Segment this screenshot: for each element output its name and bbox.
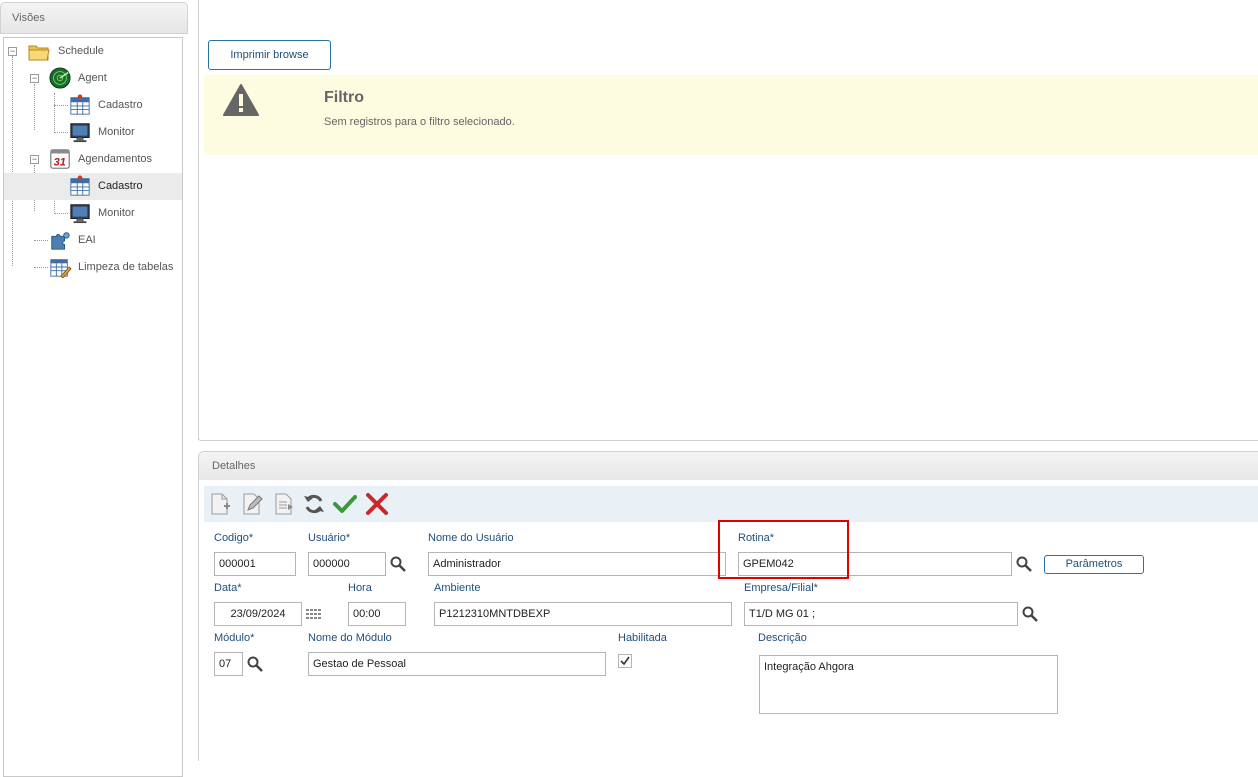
hora-field[interactable]: 00:00 — [348, 602, 406, 626]
rotina-highlight-box — [718, 520, 849, 579]
modulo-label: Módulo* — [214, 632, 255, 644]
clean-table-icon — [50, 259, 72, 278]
copy-icon[interactable] — [272, 492, 296, 516]
folder-icon — [28, 45, 50, 61]
tree-item-agendamentos-cadastro[interactable]: Cadastro — [4, 173, 182, 200]
empresa-filial-label: Empresa/Filial* — [744, 582, 818, 594]
search-icon[interactable] — [1016, 556, 1032, 572]
cancel-icon[interactable] — [365, 492, 389, 516]
views-panel: Visões − Schedule − Agent Cadastro Monit… — [0, 0, 190, 777]
views-panel-header: Visões — [0, 2, 188, 34]
print-browse-button[interactable]: Imprimir browse — [208, 40, 331, 70]
tree-item-label: EAI — [78, 234, 96, 246]
data-label: Data* — [214, 582, 242, 594]
codigo-field[interactable]: 000001 — [214, 552, 296, 576]
collapse-icon[interactable]: − — [30, 74, 39, 83]
tree-item-agendamentos[interactable]: − 31 Agendamentos — [4, 146, 182, 173]
tree-item-label: Schedule — [58, 45, 104, 57]
filter-message: Sem registros para o filtro selecionado. — [324, 116, 515, 128]
search-icon[interactable] — [247, 656, 263, 672]
tree-item-label: Monitor — [98, 207, 135, 219]
filter-message-box — [204, 75, 1258, 155]
svg-text:31: 31 — [54, 156, 66, 168]
filter-title: Filtro — [324, 89, 364, 106]
nome-usuario-label: Nome do Usuário — [428, 532, 514, 544]
nome-modulo-label: Nome do Módulo — [308, 632, 392, 644]
tree-item-label: Agendamentos — [78, 153, 152, 165]
warning-icon — [223, 84, 259, 116]
monitor-icon — [70, 204, 90, 224]
browse-panel-border — [198, 0, 199, 440]
descricao-label: Descrição — [758, 632, 807, 644]
tree-item-agendamentos-monitor[interactable]: Monitor — [4, 200, 182, 227]
edit-icon[interactable] — [240, 492, 264, 516]
modulo-field[interactable]: 07 — [214, 652, 243, 676]
calendar-icon: 31 — [50, 149, 70, 169]
tree-item-label: Agent — [78, 72, 107, 84]
nome-usuario-field[interactable]: Administrador — [428, 552, 726, 576]
new-icon[interactable] — [208, 492, 232, 516]
parametros-button[interactable]: Parâmetros — [1044, 555, 1144, 574]
usuario-label: Usuário* — [308, 532, 351, 544]
ambiente-field[interactable]: P1212310MNTDBEXP — [434, 602, 732, 626]
collapse-icon[interactable]: − — [30, 155, 39, 164]
tree-item-agent-cadastro[interactable]: Cadastro — [4, 92, 182, 119]
tree-item-agent-monitor[interactable]: Monitor — [4, 119, 182, 146]
puzzle-icon — [51, 232, 70, 250]
ambiente-label: Ambiente — [434, 582, 481, 594]
tree-item-label: Cadastro — [98, 180, 143, 192]
collapse-icon[interactable]: − — [8, 47, 17, 56]
details-header: Detalhes — [199, 452, 1258, 480]
search-icon[interactable] — [390, 556, 406, 572]
tree-item-limpeza-de-tabelas[interactable]: Limpeza de tabelas — [4, 254, 182, 281]
tree-item-eai[interactable]: EAI — [4, 227, 182, 254]
usuario-field[interactable]: 000000 — [308, 552, 386, 576]
details-toolbar — [204, 486, 1258, 522]
empresa-filial-field[interactable]: T1/D MG 01 ; — [744, 602, 1018, 626]
views-tree: − Schedule − Agent Cadastro Monitor − 31… — [3, 37, 183, 777]
data-field[interactable]: 23/09/2024 — [214, 602, 302, 626]
codigo-label: Codigo* — [214, 532, 254, 544]
hora-label: Hora — [348, 582, 372, 594]
nome-modulo-field[interactable]: Gestao de Pessoal — [308, 652, 606, 676]
radar-icon — [49, 67, 71, 89]
table-icon — [70, 175, 90, 196]
browse-panel-border — [198, 438, 1258, 441]
refresh-icon[interactable] — [302, 492, 326, 516]
tree-item-schedule[interactable]: − Schedule — [4, 38, 182, 65]
habilitada-label: Habilitada — [618, 632, 667, 644]
descricao-field[interactable]: Integração Ahgora — [759, 655, 1058, 714]
habilitada-checkbox[interactable] — [618, 654, 632, 668]
tree-item-agent[interactable]: − Agent — [4, 65, 182, 92]
calendar-picker-icon[interactable] — [305, 607, 321, 623]
confirm-icon[interactable] — [333, 492, 357, 516]
tree-item-label: Monitor — [98, 126, 135, 138]
table-icon — [70, 94, 90, 115]
monitor-icon — [70, 123, 90, 143]
tree-item-label: Limpeza de tabelas — [78, 261, 174, 273]
search-icon[interactable] — [1022, 606, 1038, 622]
tree-item-label: Cadastro — [98, 99, 143, 111]
